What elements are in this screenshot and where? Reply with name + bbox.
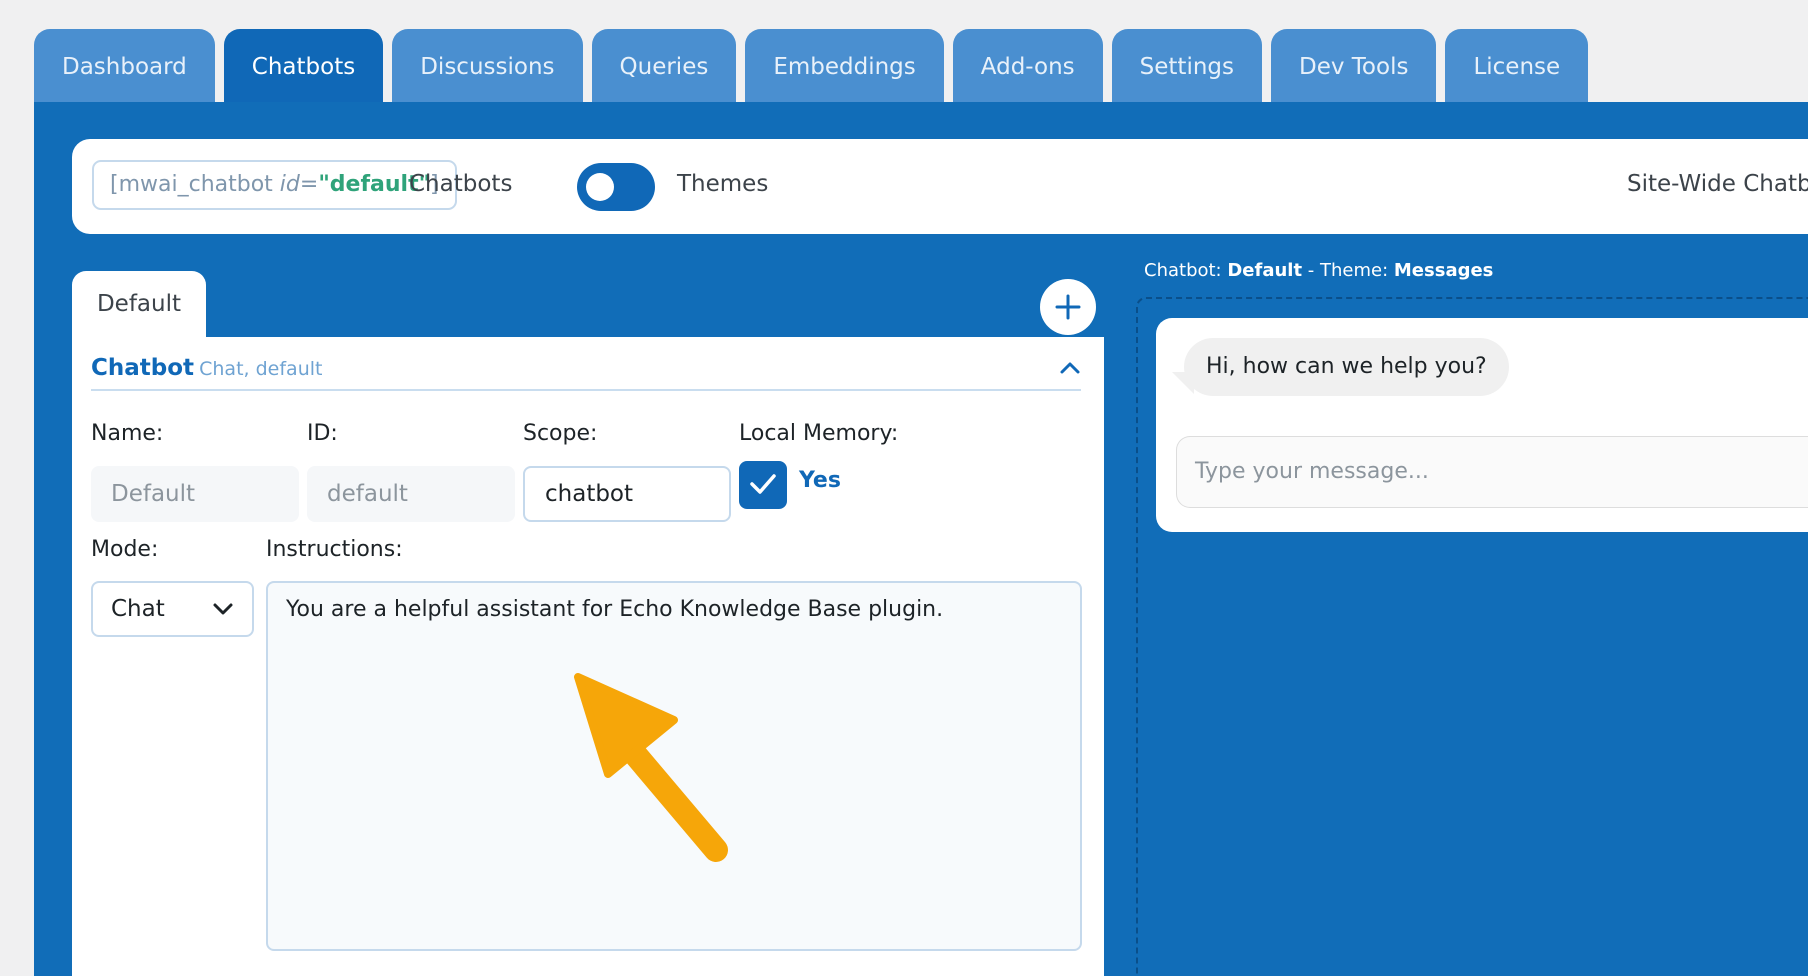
greeting-message: Hi, how can we help you? <box>1184 338 1509 396</box>
chatbots-themes-toggle[interactable] <box>577 163 655 211</box>
local-memory-checkbox[interactable] <box>739 461 787 509</box>
mode-select[interactable]: Chat <box>91 581 254 637</box>
tab-queries[interactable]: Queries <box>591 29 737 102</box>
toggle-label-themes: Themes <box>677 171 769 197</box>
local-memory-yes-label[interactable]: Yes <box>799 468 841 493</box>
preview-chatbot-name: Default <box>1227 260 1303 281</box>
id-label: ID: <box>307 421 338 446</box>
preview-theme-prefix: - Theme: <box>1302 260 1394 281</box>
tab-settings[interactable]: Settings <box>1111 29 1262 102</box>
tab-embeddings[interactable]: Embeddings <box>745 29 944 102</box>
scope-label: Scope: <box>523 421 598 446</box>
chevron-up-icon[interactable] <box>1059 357 1081 379</box>
chatbot-tab-default[interactable]: Default <box>72 271 206 337</box>
tab-addons[interactable]: Add-ons <box>952 29 1103 102</box>
shortcode-attr: id <box>279 172 300 197</box>
section-title: Chatbot <box>91 355 195 381</box>
name-label: Name: <box>91 421 164 446</box>
main-panel: [mwai_chatbot id="default"] Chatbots The… <box>34 102 1808 976</box>
scope-field[interactable]: chatbot <box>523 466 731 522</box>
chatbot-preview: Hi, how can we help you? Type your messa… <box>1156 318 1808 532</box>
name-field[interactable]: Default <box>91 466 299 522</box>
tab-dev-tools[interactable]: Dev Tools <box>1271 29 1437 102</box>
site-wide-chatbot-label: Site-Wide Chatbot: <box>1627 171 1808 197</box>
chatbot-section-header[interactable]: Chatbot Chat, default <box>91 355 1081 391</box>
instructions-label: Instructions: <box>266 537 403 562</box>
toggle-label-chatbots: Chatbots <box>409 171 513 197</box>
preview-theme-name: Messages <box>1393 260 1494 281</box>
shortcode-prefix: [mwai_chatbot <box>110 172 280 197</box>
annotation-arrow-icon <box>574 673 728 862</box>
main-nav-tabs: Dashboard Chatbots Discussions Queries E… <box>34 29 1589 102</box>
plus-icon <box>1055 294 1081 320</box>
tab-dashboard[interactable]: Dashboard <box>34 29 215 102</box>
preview-chatbot-prefix: Chatbot: <box>1144 260 1228 281</box>
mode-select-value: Chat <box>111 596 165 622</box>
id-field[interactable]: default <box>307 466 515 522</box>
tab-chatbots[interactable]: Chatbots <box>223 29 384 102</box>
section-subtitle: Chat, default <box>199 358 323 380</box>
chevron-down-icon <box>213 603 233 615</box>
add-chatbot-button[interactable] <box>1040 279 1096 335</box>
tab-discussions[interactable]: Discussions <box>392 29 583 102</box>
tab-license[interactable]: License <box>1445 29 1589 102</box>
local-memory-label: Local Memory: <box>739 421 899 446</box>
chatbot-toolbar: [mwai_chatbot id="default"] Chatbots The… <box>72 139 1808 234</box>
shortcode-box[interactable]: [mwai_chatbot id="default"] <box>92 160 457 210</box>
chat-message-input[interactable]: Type your message... <box>1176 436 1808 508</box>
preview-label: Chatbot: Default - Theme: Messages <box>1144 260 1493 281</box>
toggle-knob <box>586 173 614 201</box>
shortcode-eq: = <box>299 172 319 197</box>
checkmark-icon <box>750 474 776 494</box>
mode-label: Mode: <box>91 537 159 562</box>
